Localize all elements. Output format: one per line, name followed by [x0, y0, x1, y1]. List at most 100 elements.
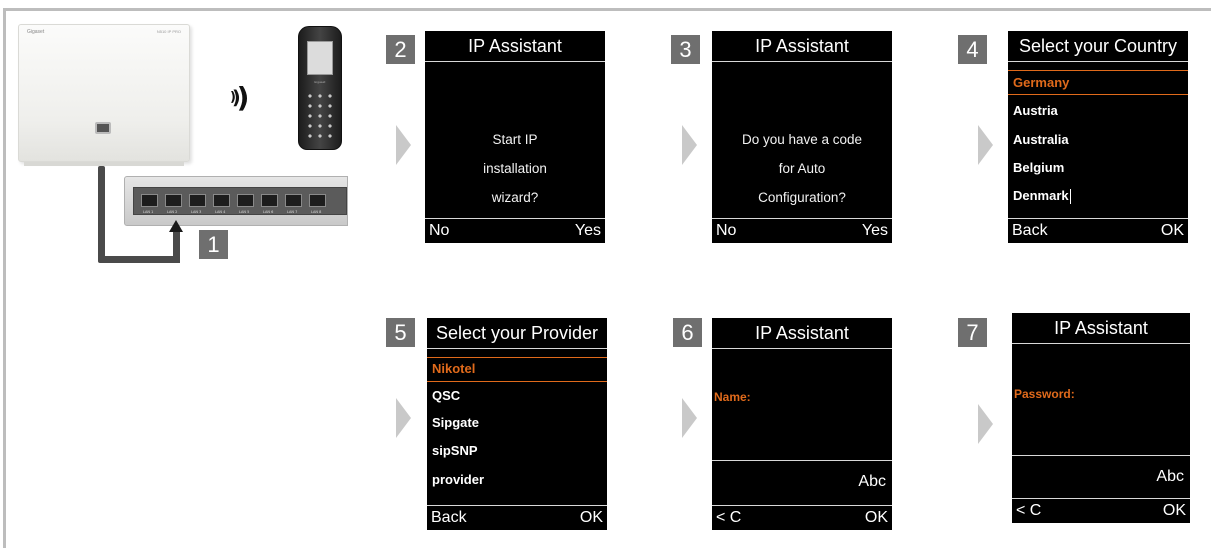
input-divider [1012, 455, 1190, 456]
arrow-up-icon [169, 220, 183, 232]
title-divider [1012, 343, 1190, 344]
lan-port [309, 194, 326, 207]
screen-title: IP Assistant [1054, 318, 1148, 338]
country-item[interactable]: Austria [1013, 102, 1058, 120]
screen-title: IP Assistant [468, 36, 562, 56]
step-arrow-icon [682, 398, 697, 438]
screen-title: IP Assistant [755, 323, 849, 343]
softkey-no[interactable]: No [716, 219, 736, 243]
screen-title: Select your Provider [435, 323, 599, 343]
selection-top-line [1008, 70, 1188, 71]
lan-port-label: LAN 7 [287, 210, 298, 214]
screen-select-country: Select your Country Germany Austria Aust… [1008, 31, 1188, 243]
lan-port-label: LAN 1 [143, 210, 154, 214]
prompt-line: for Auto [778, 161, 826, 176]
softkey-ok[interactable]: OK [1161, 219, 1184, 243]
handset-brand: Gigaset [314, 80, 326, 84]
screen-title: Select your Country [1018, 36, 1178, 56]
base-station-model: N510 IP PRO [156, 29, 181, 34]
lan-port-label: LAN 5 [239, 210, 250, 214]
softkey-yes[interactable]: Yes [862, 219, 888, 243]
handset-display [307, 41, 333, 75]
softkey-ok[interactable]: OK [580, 506, 603, 530]
provider-item-selected[interactable]: Nikotel [432, 360, 475, 378]
lan-port-label: LAN 3 [191, 210, 202, 214]
lan-cable [98, 166, 105, 262]
step-badge-5: 5 [386, 318, 415, 347]
step-arrow-icon [978, 125, 993, 165]
softkey-back[interactable]: Back [1012, 219, 1048, 243]
name-field-label[interactable]: Name: [714, 390, 751, 404]
provider-item[interactable]: sipSNP [432, 442, 478, 460]
step-arrow-icon [396, 125, 411, 165]
lan-port [165, 194, 182, 207]
provider-item[interactable]: provider [432, 471, 484, 489]
lan-port [261, 194, 278, 207]
title-divider [712, 348, 892, 349]
softkey-no[interactable]: No [429, 219, 449, 243]
selection-top-line [427, 357, 607, 358]
title-divider [712, 61, 892, 62]
softkey-yes[interactable]: Yes [575, 219, 601, 243]
password-field-label[interactable]: Password: [1014, 387, 1075, 401]
screen-select-provider: Select your Provider Nikotel QSC Sipgate… [427, 318, 607, 530]
step-badge-3: 3 [671, 35, 700, 64]
selection-bottom-line [1008, 94, 1188, 95]
title-divider [1008, 61, 1188, 62]
input-mode-indicator: Abc [858, 473, 886, 490]
provider-item[interactable]: QSC [432, 387, 460, 405]
prompt-line: Start IP [492, 132, 538, 147]
softkey-delete[interactable]: < C [716, 506, 741, 530]
softkey-ok[interactable]: OK [865, 506, 888, 530]
softkey-bar: < C OK [712, 506, 892, 530]
selection-bottom-line [427, 381, 607, 382]
lan-port-label: LAN 4 [215, 210, 226, 214]
step-badge-1: 1 [199, 230, 228, 259]
handset-keypad [305, 91, 335, 143]
step-badge-2: 2 [386, 35, 415, 64]
step-badge-6: 6 [673, 318, 702, 347]
softkey-bar: Back OK [1008, 219, 1188, 243]
step-arrow-icon [396, 398, 411, 438]
softkey-ok[interactable]: OK [1163, 499, 1186, 523]
lan-port-label: LAN 8 [311, 210, 322, 214]
base-station-brand: Gigaset [27, 29, 45, 35]
lan-port-label: LAN 2 [167, 210, 178, 214]
base-station: Gigaset N510 IP PRO [18, 24, 190, 162]
softkey-delete[interactable]: < C [1016, 499, 1041, 523]
title-divider [427, 348, 607, 349]
step-badge-4: 4 [958, 35, 987, 64]
country-item[interactable]: Australia [1013, 131, 1069, 149]
hardware-illustration: Gigaset N510 IP PRO LAN 1 LAN 2 LAN 3 LA… [18, 24, 348, 269]
provider-item[interactable]: Sipgate [432, 414, 479, 432]
screen-title: IP Assistant [755, 36, 849, 56]
lan-cable-horizontal [98, 256, 180, 263]
text-cursor [1069, 189, 1071, 205]
base-station-led [95, 122, 111, 134]
step-arrow-icon [978, 404, 993, 444]
softkey-bar: No Yes [425, 219, 605, 243]
screen-enter-password: IP Assistant Password: Abc < C OK [1012, 313, 1190, 523]
input-mode-indicator: Abc [1156, 468, 1184, 485]
step-badge-7: 7 [958, 318, 987, 347]
title-divider [425, 61, 605, 62]
lan-port-label: LAN 6 [263, 210, 274, 214]
country-item-label: Denmark [1013, 188, 1069, 203]
softkey-bar: No Yes [712, 219, 892, 243]
lan-port [285, 194, 302, 207]
prompt-line: installation [483, 161, 547, 176]
lan-port [213, 194, 230, 207]
step-arrow-icon [682, 125, 697, 165]
input-divider [712, 460, 892, 461]
country-item-selected[interactable]: Germany [1013, 74, 1069, 92]
country-item[interactable]: Denmark [1013, 187, 1071, 205]
country-item[interactable]: Belgium [1013, 159, 1064, 177]
screen-auto-config: IP Assistant Do you have a code for Auto… [712, 31, 892, 243]
lan-port [237, 194, 254, 207]
softkey-bar: Back OK [427, 506, 607, 530]
handset: Gigaset [298, 26, 342, 150]
softkey-back[interactable]: Back [431, 506, 467, 530]
prompt-line: Configuration? [758, 190, 846, 205]
lan-port [141, 194, 158, 207]
lan-cable-up [173, 232, 180, 263]
